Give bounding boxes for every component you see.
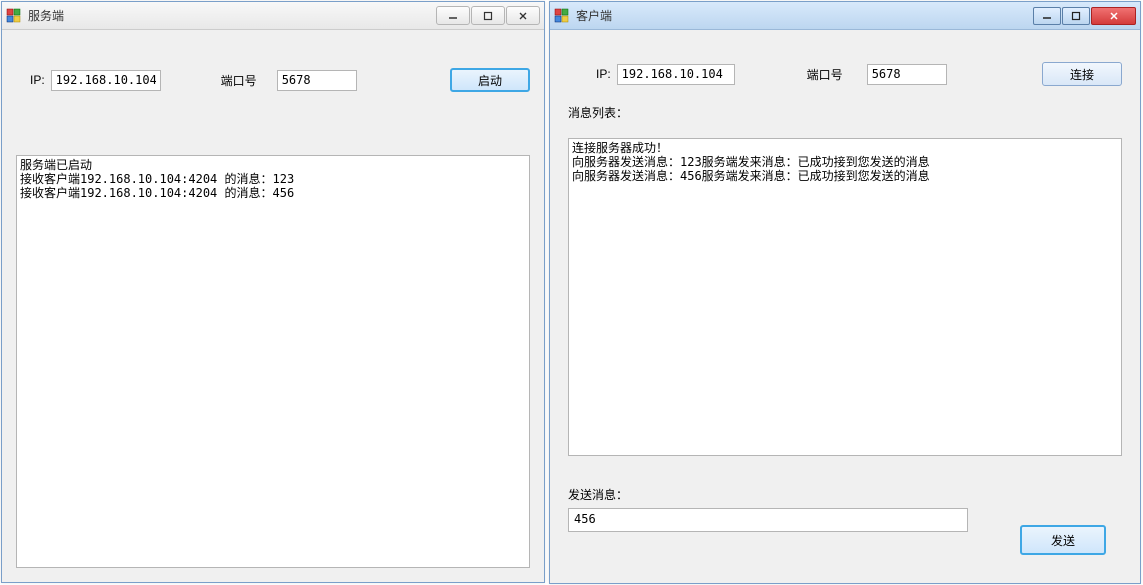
server-ip-label: IP: — [30, 73, 45, 87]
server-titlebar[interactable]: 服务端 — [2, 2, 544, 30]
client-port-label: 端口号 — [807, 66, 843, 83]
server-window-controls — [436, 6, 540, 25]
maximize-button[interactable] — [471, 6, 505, 25]
server-port-label: 端口号 — [221, 72, 257, 89]
server-window: 服务端 IP: 端口号 启动 服务端已启动 接收客户端192.168.10.10… — [1, 1, 545, 583]
client-msglist[interactable]: 连接服务器成功！ 向服务器发送消息：123服务端发来消息：已成功接到您发送的消息… — [568, 138, 1122, 456]
minimize-button[interactable] — [436, 6, 470, 25]
client-send-label: 发送消息： — [568, 486, 628, 503]
server-port-input[interactable] — [277, 70, 357, 91]
close-button[interactable] — [1091, 7, 1136, 25]
client-port-input[interactable] — [867, 64, 947, 85]
server-start-button[interactable]: 启动 — [450, 68, 530, 92]
client-titlebar[interactable]: 客户端 — [550, 2, 1140, 30]
close-button[interactable] — [506, 6, 540, 25]
client-msglist-label: 消息列表： — [568, 104, 1122, 121]
app-icon — [6, 8, 22, 24]
client-send-input[interactable] — [568, 508, 968, 532]
client-connect-button[interactable]: 连接 — [1042, 62, 1122, 86]
client-window: 客户端 IP: 端口号 连接 消息列表： 连接服务器成功！ 向服务器发送消息：1… — [549, 1, 1141, 584]
client-ip-input[interactable] — [617, 64, 735, 85]
client-ip-label: IP: — [596, 67, 611, 81]
client-window-controls — [1033, 7, 1136, 25]
minimize-button[interactable] — [1033, 7, 1061, 25]
client-title: 客户端 — [576, 7, 1033, 24]
server-client-area: IP: 端口号 启动 服务端已启动 接收客户端192.168.10.104:42… — [2, 30, 544, 582]
client-client-area: IP: 端口号 连接 消息列表： 连接服务器成功！ 向服务器发送消息：123服务… — [550, 30, 1140, 583]
client-send-button[interactable]: 发送 — [1020, 525, 1106, 555]
server-ip-input[interactable] — [51, 70, 161, 91]
server-log[interactable]: 服务端已启动 接收客户端192.168.10.104:4204 的消息：123 … — [16, 155, 530, 568]
server-title: 服务端 — [28, 7, 436, 24]
maximize-button[interactable] — [1062, 7, 1090, 25]
app-icon — [554, 8, 570, 24]
